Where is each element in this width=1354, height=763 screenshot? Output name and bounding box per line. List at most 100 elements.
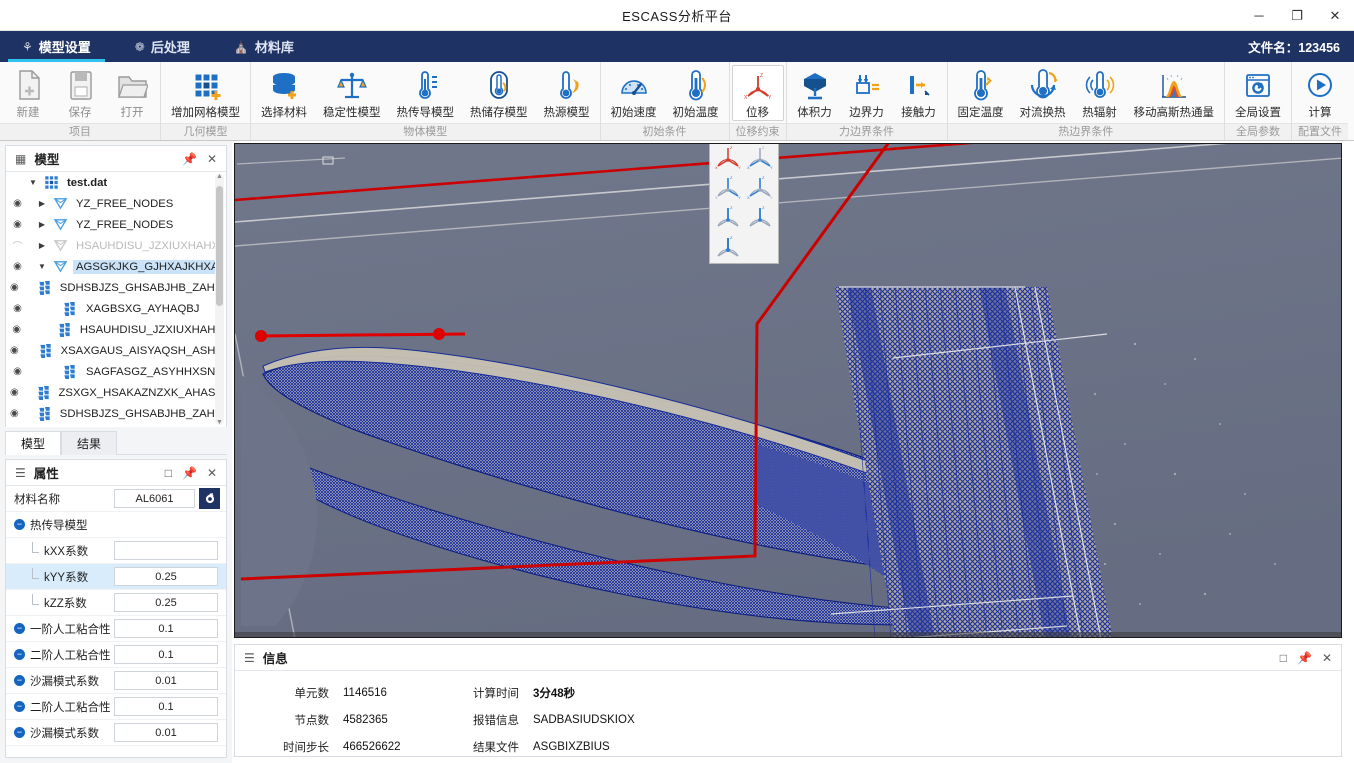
ribbon-button-thermal-radiation[interactable]: 热辐射 [1074, 65, 1126, 121]
tree-node[interactable]: ◉▼AGSGKJKG_GJHXAJKHXA [6, 256, 226, 277]
chevron-right-icon[interactable]: ▶ [37, 241, 47, 250]
tab-model-settings[interactable]: ⚘ 模型设置 [0, 31, 113, 62]
ribbon-button-initial-temperature[interactable]: 初始温度 [665, 65, 727, 121]
eye-icon[interactable]: ◉ [10, 261, 25, 272]
property-row[interactable]: kZZ系数0.25 [6, 590, 226, 616]
3d-viewport[interactable]: Z X Y Z X Y Z X [234, 143, 1342, 638]
tree-node[interactable]: ◉SDHSBJZS_GHSABJHB_ZAHU [6, 403, 226, 424]
tree-node[interactable]: ⌒▶HSAUHDISU_JZXIUXHAHX [6, 235, 226, 256]
collapse-minus-icon[interactable]: − [14, 675, 25, 686]
chevron-right-icon[interactable]: ▶ [37, 220, 47, 229]
property-row[interactable]: −沙漏模式系数0.01 [6, 668, 226, 694]
constraint-yz-option[interactable]: Z X Y [712, 172, 744, 202]
ribbon-button-heat-source[interactable]: 热源模型 [536, 65, 598, 121]
tree-node[interactable]: ◉XAGBSXG_AYHAQBJ [6, 298, 226, 319]
property-value-input[interactable]: 0.25 [114, 593, 218, 612]
ribbon-button-save[interactable]: 保存 [54, 65, 106, 121]
tree-node[interactable]: ◉SDHSBJZS_GHSABJHB_ZAHU [6, 277, 226, 298]
ribbon-button-conduction[interactable]: 热传导模型 [389, 65, 463, 121]
eye-icon[interactable]: ◉ [10, 387, 19, 398]
ribbon-button-gaussian-heat-flux[interactable]: 移动高斯热通量 [1126, 65, 1223, 121]
close-icon[interactable]: ✕ [1320, 651, 1334, 665]
tree-scrollbar[interactable]: ▲ ▼ [215, 174, 224, 425]
property-row[interactable]: −二阶人工粘合性0.1 [6, 694, 226, 720]
ribbon-button-global-settings[interactable]: 全局设置 [1227, 65, 1289, 121]
panel-tab-model[interactable]: 模型 [5, 431, 61, 455]
displacement-constraint-menu[interactable]: Z X Y Z X Y Z X [709, 143, 779, 264]
eye-icon[interactable]: ◉ [10, 366, 25, 377]
tree-node[interactable]: ◉ZSXGX_HSAKAZNZXK_AHASX [6, 382, 226, 403]
pin-icon[interactable]: 📌 [180, 466, 199, 480]
ribbon-button-new-file[interactable]: 新建 [2, 65, 54, 121]
ribbon-button-add-mesh[interactable]: 增加网格模型 [163, 65, 248, 121]
constraint-xy-option[interactable]: Z X Y [744, 143, 776, 172]
restore-icon[interactable]: □ [1278, 651, 1289, 665]
collapse-minus-icon[interactable]: − [14, 623, 25, 634]
ribbon-button-initial-velocity[interactable]: 初始速度 [603, 65, 665, 121]
ribbon-button-contact-force[interactable]: 接触力 [893, 65, 945, 121]
ribbon-button-run-compute[interactable]: 计算 [1294, 65, 1346, 121]
tree-node[interactable]: ◉XSAXGAUS_AISYAQSH_ASHX [6, 340, 226, 361]
constraint-z-option[interactable]: Z [712, 232, 744, 262]
pin-icon[interactable]: 📌 [180, 152, 199, 166]
ribbon-button-body-force[interactable]: 体积力 [789, 65, 841, 121]
tree-node[interactable]: ◉▶YZ_FREE_NODES [6, 193, 226, 214]
property-value-input[interactable]: 0.1 [114, 697, 218, 716]
ribbon-button-displacement-axes[interactable]: ZXY位移 [732, 65, 784, 121]
collapse-minus-icon[interactable]: − [14, 519, 25, 530]
ribbon-button-open-folder[interactable]: 打开 [106, 65, 158, 121]
property-value-input[interactable]: 0.25 [114, 567, 218, 586]
ribbon-button-fixed-temperature[interactable]: 固定温度 [950, 65, 1012, 121]
eye-icon[interactable]: ◉ [10, 408, 19, 419]
property-row[interactable]: kXX系数 [6, 538, 226, 564]
property-row[interactable]: −一阶人工粘合性0.1 [6, 616, 226, 642]
chevron-down-icon[interactable]: ▼ [37, 262, 47, 271]
property-value-input[interactable]: 0.1 [114, 645, 218, 664]
eye-icon[interactable]: ◉ [10, 345, 19, 356]
eye-icon[interactable]: ◉ [10, 219, 25, 230]
tree-node[interactable]: ◉HSAUHDISU_JZXIUXHAHX [6, 319, 226, 340]
property-value-input[interactable]: 0.1 [114, 619, 218, 638]
property-value-input[interactable]: 0.01 [114, 723, 218, 742]
close-icon[interactable]: ✕ [205, 152, 219, 166]
pin-icon[interactable]: 📌 [1295, 651, 1314, 665]
property-row[interactable]: kYY系数0.25 [6, 564, 226, 590]
tab-postprocess[interactable]: ❁ 后处理 [113, 31, 212, 62]
property-value-input[interactable]: AL6061 [114, 489, 195, 508]
material-settings-gear-icon[interactable] [199, 488, 220, 509]
panel-tab-result[interactable]: 结果 [61, 431, 117, 455]
eye-icon[interactable]: ◉ [10, 324, 23, 335]
model-tree[interactable]: ▼test.dat◉▶YZ_FREE_NODES◉▶YZ_FREE_NODES⌒… [6, 172, 226, 427]
restore-icon[interactable]: □ [163, 466, 174, 480]
close-button[interactable]: ✕ [1316, 0, 1354, 31]
tree-node[interactable]: ◉SAGFASGZ_ASYHHXSN [6, 361, 226, 382]
eye-off-icon[interactable]: ⌒ [10, 238, 25, 253]
chevron-down-icon[interactable]: ▼ [28, 178, 38, 187]
collapse-minus-icon[interactable]: − [14, 727, 25, 738]
constraint-xz-option[interactable]: Z X Y [744, 172, 776, 202]
property-row[interactable]: −二阶人工粘合性0.1 [6, 642, 226, 668]
ribbon-button-boundary-force[interactable]: 边界力 [841, 65, 893, 121]
scroll-up-arrow[interactable]: ▲ [215, 173, 224, 180]
close-icon[interactable]: ✕ [205, 466, 219, 480]
property-value-input[interactable]: 0.01 [114, 671, 218, 690]
scroll-down-arrow[interactable]: ▼ [215, 419, 224, 426]
tab-material-library[interactable]: ⛪ 材料库 [212, 31, 316, 62]
property-value-input[interactable] [114, 541, 218, 560]
ribbon-button-heat-storage[interactable]: 热储存模型 [462, 65, 536, 121]
collapse-minus-icon[interactable]: − [14, 701, 25, 712]
minimize-button[interactable]: ─ [1240, 0, 1278, 31]
eye-icon[interactable]: ◉ [10, 282, 19, 293]
eye-icon[interactable]: ◉ [10, 198, 25, 209]
scroll-thumb[interactable] [216, 186, 223, 306]
tree-root-node[interactable]: ▼test.dat [6, 172, 226, 193]
constraint-x-option[interactable]: Z [712, 202, 744, 232]
ribbon-button-stability-scale[interactable]: 稳定性模型 [315, 65, 389, 121]
ribbon-button-material-db[interactable]: 选择材料 [253, 65, 315, 121]
constraint-y-option[interactable]: Z [744, 202, 776, 232]
eye-icon[interactable]: ◉ [10, 303, 25, 314]
collapse-minus-icon[interactable]: − [14, 649, 25, 660]
ribbon-button-convection[interactable]: 对流换热 [1012, 65, 1074, 121]
property-row[interactable]: −沙漏模式系数0.01 [6, 720, 226, 746]
chevron-right-icon[interactable]: ▶ [37, 199, 47, 208]
